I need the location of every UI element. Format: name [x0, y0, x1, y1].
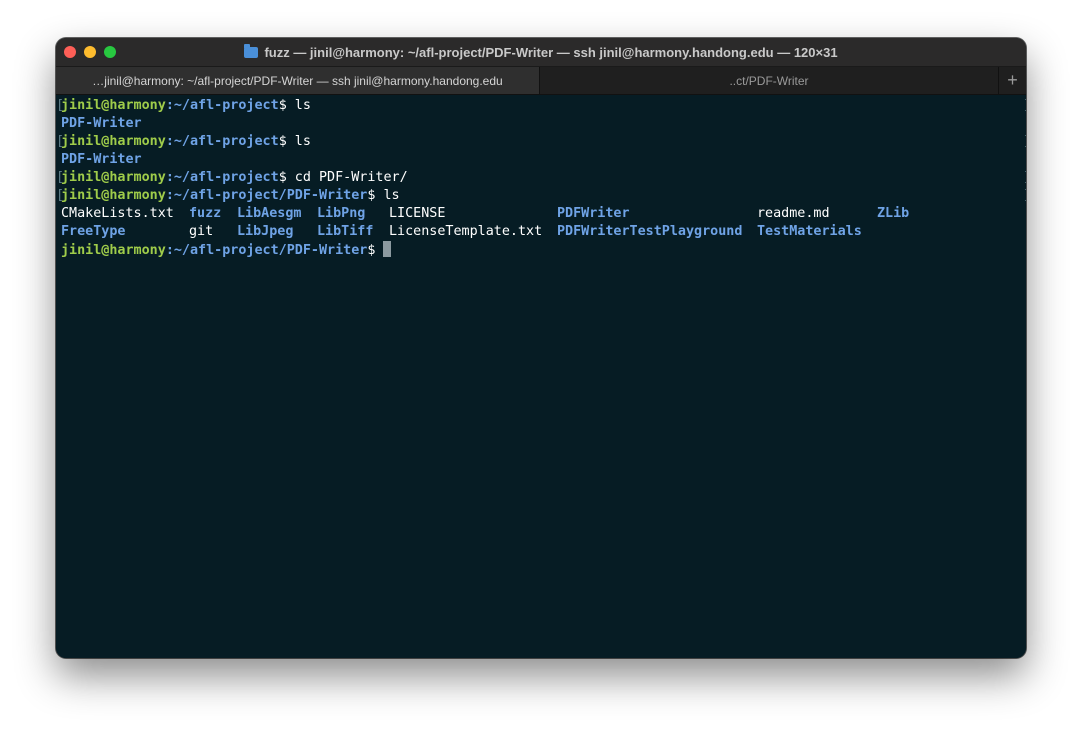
folder-icon [244, 43, 259, 58]
prompt-path: :~/afl-project [165, 98, 279, 113]
zoom-button[interactable] [104, 46, 116, 58]
tab-bar: …jinil@harmony: ~/afl-project/PDF-Writer… [56, 66, 1026, 95]
ls-entry-dir: LibTiff [317, 224, 374, 239]
window-title-group: fuzz — jinil@harmony: ~/afl-project/PDF-… [244, 43, 838, 60]
ls-entry-file: LICENSE [389, 206, 446, 221]
prompt-user: jinil@harmony [61, 188, 166, 203]
ls-entry-dir: PDFWriterTestPlayground [557, 224, 743, 239]
minimize-button[interactable] [84, 46, 96, 58]
window-title: fuzz — jinil@harmony: ~/afl-project/PDF-… [264, 44, 838, 60]
ls-entry-dir: LibJpeg [237, 224, 294, 239]
terminal-line: PDF-Writer [61, 115, 1026, 133]
line-bracket-right: ] [1023, 97, 1026, 115]
ls-output-row: CMakeLists.txt fuzz LibAesgm LibPng LICENSE P… [61, 205, 1026, 223]
prompt-path: :~/afl-project/PDF-Writer [165, 188, 368, 203]
ls-entry-dir: TestMaterials [757, 224, 862, 239]
line-bracket-left: [ [56, 188, 65, 203]
new-tab-button[interactable]: + [998, 67, 1026, 94]
command-text: $ ls [278, 134, 311, 149]
terminal-line: [jinil@harmony:~/afl-project/PDF-Writer$… [56, 187, 1026, 205]
plus-icon: + [1007, 70, 1018, 90]
prompt-user: jinil@harmony [61, 134, 166, 149]
ls-output-row: FreeType git LibJpeg LibTiff LicenseTemplate… [61, 223, 1026, 241]
line-bracket-left: [ [56, 170, 65, 185]
terminal-output[interactable]: [jinil@harmony:~/afl-project$ ls] PDF-Wr… [56, 95, 1026, 658]
tab-label: ..ct/PDF-Writer [729, 73, 809, 88]
line-bracket-left: [ [56, 98, 65, 113]
ls-entry-file: readme.md [757, 206, 830, 221]
tab-label: …jinil@harmony: ~/afl-project/PDF-Writer… [92, 73, 503, 88]
prompt-path: :~/afl-project [165, 134, 279, 149]
ls-entry-file: CMakeLists.txt [61, 206, 174, 221]
prompt-user: jinil@harmony [61, 243, 166, 258]
output-dir: PDF-Writer [61, 152, 142, 167]
terminal-line-current: jinil@harmony:~/afl-project/PDF-Writer$ [61, 241, 1026, 259]
prompt-user: jinil@harmony [61, 170, 166, 185]
command-text: $ [367, 243, 384, 258]
command-text: $ cd PDF-Writer/ [278, 170, 408, 185]
prompt-path: :~/afl-project [165, 170, 279, 185]
ls-entry-dir: ZLib [877, 206, 910, 221]
command-text: $ ls [367, 188, 400, 203]
title-bar[interactable]: fuzz — jinil@harmony: ~/afl-project/PDF-… [56, 38, 1026, 66]
output-dir: PDF-Writer [61, 116, 142, 131]
text-cursor[interactable] [383, 241, 392, 257]
ls-entry-file: git [189, 224, 214, 239]
prompt-path: :~/afl-project/PDF-Writer [165, 243, 368, 258]
window-controls [64, 46, 116, 58]
terminal-window: fuzz — jinil@harmony: ~/afl-project/PDF-… [56, 38, 1026, 658]
ls-entry-dir: FreeType [61, 224, 126, 239]
ls-entry-dir: LibAesgm [237, 206, 302, 221]
prompt-user: jinil@harmony [61, 98, 166, 113]
line-bracket-right: ] [1023, 169, 1026, 187]
close-button[interactable] [64, 46, 76, 58]
ls-entry-dir: PDFWriter [557, 206, 630, 221]
terminal-line: PDF-Writer [61, 151, 1026, 169]
line-bracket-left: [ [56, 134, 65, 149]
line-bracket-right: ] [1023, 133, 1026, 151]
terminal-line: [jinil@harmony:~/afl-project$ ls] [56, 133, 1026, 151]
ls-entry-dir: LibPng [317, 206, 366, 221]
tab-ssh-session[interactable]: …jinil@harmony: ~/afl-project/PDF-Writer… [56, 67, 540, 94]
ls-entry-dir: fuzz [189, 206, 222, 221]
command-text: $ ls [278, 98, 311, 113]
line-bracket-right: ] [1023, 187, 1026, 205]
terminal-line: [jinil@harmony:~/afl-project$ cd PDF-Wri… [56, 169, 1026, 187]
terminal-line: [jinil@harmony:~/afl-project$ ls] [56, 97, 1026, 115]
tab-pdf-writer[interactable]: ..ct/PDF-Writer [540, 67, 998, 94]
ls-entry-file: LicenseTemplate.txt [389, 224, 543, 239]
